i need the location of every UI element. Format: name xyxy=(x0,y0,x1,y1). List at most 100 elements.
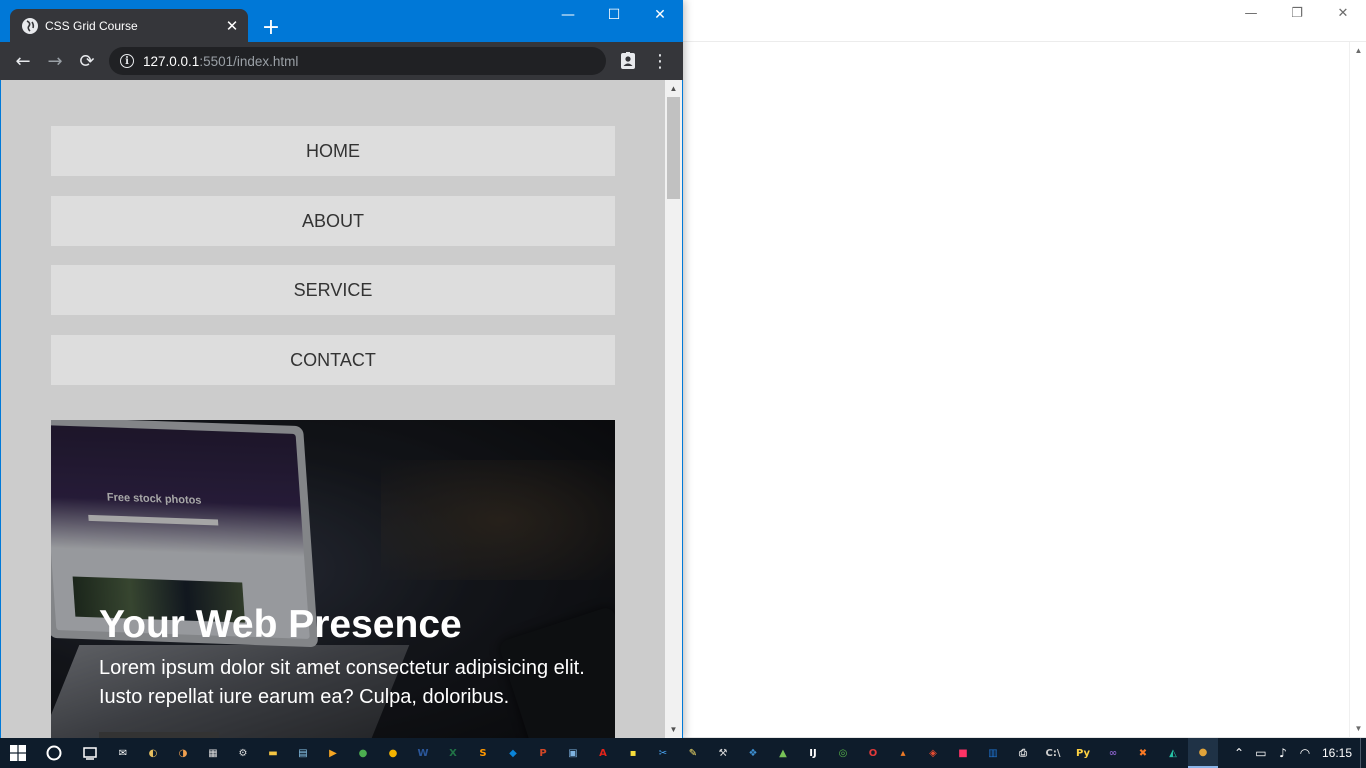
search-button[interactable] xyxy=(36,738,72,768)
taskbar-app-calculator[interactable]: ▦ xyxy=(198,738,228,768)
taskbar-app-chrome-canary[interactable]: ● xyxy=(378,738,408,768)
calculator-icon: ▦ xyxy=(208,747,218,759)
taskbar-app-paint3d[interactable]: ◑ xyxy=(168,738,198,768)
taskbar-app-gitkraken[interactable]: ◭ xyxy=(1158,738,1188,768)
forward-button[interactable]: → xyxy=(42,49,68,73)
tab-css-grid-course[interactable]: CSS Grid Course ✕ xyxy=(10,9,248,42)
background-minimize-button[interactable]: — xyxy=(1228,0,1274,26)
globe-icon xyxy=(22,17,38,34)
nav-service[interactable]: SERVICE xyxy=(51,265,615,315)
taskbar-app-cmd[interactable]: C:\ xyxy=(1038,738,1068,768)
hero-title: Your Web Presence xyxy=(99,603,462,646)
nav-contact[interactable]: CONTACT xyxy=(51,335,615,385)
start-button[interactable] xyxy=(0,738,36,768)
taskbar-app-sublime[interactable]: S xyxy=(468,738,498,768)
taskbar-app-notes[interactable]: ✎ xyxy=(678,738,708,768)
word-icon: W xyxy=(417,747,429,759)
tray-chevron-icon[interactable]: ⌃ xyxy=(1228,746,1250,760)
nav-about[interactable]: ABOUT xyxy=(51,196,615,246)
browser-toolbar: ← → ⟳ i 127.0.0.1:5501/index.html ⋮ xyxy=(0,42,683,80)
show-desktop-button[interactable] xyxy=(1360,738,1366,768)
taskbar-app-word[interactable]: W xyxy=(408,738,438,768)
taskbar-app-sticky-notes[interactable]: ▪ xyxy=(618,738,648,768)
taskbar-app-chrome[interactable]: ● xyxy=(348,738,378,768)
taskbar-app-acrobat[interactable]: A xyxy=(588,738,618,768)
menu-button[interactable]: ⋮ xyxy=(647,49,673,73)
powerpoint-icon: P xyxy=(539,747,547,759)
taskbar-app-excel[interactable]: X xyxy=(438,738,468,768)
hero-text: Lorem ipsum dolor sit amet consectetur a… xyxy=(99,657,585,708)
background-scrollbar[interactable]: ▲ ▼ xyxy=(1349,42,1366,737)
task-view-button[interactable] xyxy=(72,738,108,768)
taskbar-app-matlab[interactable]: ▴ xyxy=(888,738,918,768)
taskbar-app-powerpoint[interactable]: P xyxy=(528,738,558,768)
acrobat-icon: A xyxy=(599,747,607,759)
intellij-icon: IJ xyxy=(809,747,817,759)
taskbar-app-virtualbox[interactable]: ❖ xyxy=(738,738,768,768)
taskbar-app-intellij[interactable]: IJ xyxy=(798,738,828,768)
maximize-button[interactable]: ☐ xyxy=(591,0,637,30)
battery-icon[interactable]: ▭ xyxy=(1250,746,1272,760)
taskbar-app-snipping-tool[interactable]: ✂ xyxy=(648,738,678,768)
snipping-tool-icon: ✂ xyxy=(658,747,668,759)
background-divider xyxy=(683,41,1366,42)
taskbar-apps: ✉ ◐ ◑ ▦ ⚙ ▬ ▤ ▶ ● ● W X S ◆ P ▣ A ▪ ✂ ✎ ⚒ ❖ ▲ IJ ◎ O ▴ ◈ ■ ▥ ⎙ C:\ Py ∞ ✖ ◭… xyxy=(108,738,1218,768)
android-icon: ▲ xyxy=(779,747,787,759)
taskbar-app-app-pink[interactable]: ■ xyxy=(948,738,978,768)
taskbar-app-printer[interactable]: ⎙ xyxy=(1008,738,1038,768)
scrollbar-thumb[interactable] xyxy=(667,97,680,199)
address-bar[interactable]: i 127.0.0.1:5501/index.html xyxy=(109,47,606,75)
taskbar-app-android[interactable]: ▲ xyxy=(768,738,798,768)
taskbar-app-paint[interactable]: ◐ xyxy=(138,738,168,768)
git-icon: ◈ xyxy=(929,747,937,759)
back-button[interactable]: ← xyxy=(10,49,36,73)
profile-icon[interactable] xyxy=(615,49,641,73)
taskbar-app-remote-desktop[interactable]: ▣ xyxy=(558,738,588,768)
scroll-down-icon[interactable]: ▼ xyxy=(1350,720,1366,737)
taskbar-app-chrome-active[interactable]: ● xyxy=(1188,738,1218,768)
site-info-icon[interactable]: i xyxy=(120,54,134,68)
url-text[interactable]: 127.0.0.1:5501/index.html xyxy=(143,54,298,69)
taskbar-app-tools[interactable]: ⚒ xyxy=(708,738,738,768)
scroll-down-icon[interactable]: ▼ xyxy=(665,721,682,738)
nav-home[interactable]: HOME xyxy=(51,126,615,176)
close-button[interactable]: ✕ xyxy=(637,0,683,30)
taskbar-app-xampp[interactable]: ✖ xyxy=(1128,738,1158,768)
taskbar-app-media-player[interactable]: ▶ xyxy=(318,738,348,768)
background-window-controls: — ❐ ✕ xyxy=(1228,0,1366,26)
volume-icon[interactable]: ♪ xyxy=(1272,746,1294,760)
background-close-button[interactable]: ✕ xyxy=(1320,0,1366,26)
page-viewport: HOME ABOUT SERVICE CONTACT Free stock ph… xyxy=(1,80,682,738)
url-path: :5501/index.html xyxy=(199,53,299,69)
taskbar-app-file-explorer[interactable]: ▬ xyxy=(258,738,288,768)
python-icon: Py xyxy=(1075,747,1091,759)
taskbar-app-notepad[interactable]: ▤ xyxy=(288,738,318,768)
xampp-icon: ✖ xyxy=(1138,747,1148,759)
taskbar-app-document[interactable]: ▥ xyxy=(978,738,1008,768)
taskbar-app-settings[interactable]: ⚙ xyxy=(228,738,258,768)
scroll-up-icon[interactable]: ▲ xyxy=(665,80,682,97)
page-scrollbar[interactable]: ▲ ▼ xyxy=(665,80,682,738)
taskbar-app-mail[interactable]: ✉ xyxy=(108,738,138,768)
scroll-up-icon[interactable]: ▲ xyxy=(1350,42,1366,59)
taskbar-app-android-studio[interactable]: ◎ xyxy=(828,738,858,768)
taskbar-app-python[interactable]: Py xyxy=(1068,738,1098,768)
background-restore-button[interactable]: ❐ xyxy=(1274,0,1320,26)
tab-close-icon[interactable]: ✕ xyxy=(222,16,242,36)
minimize-button[interactable]: — xyxy=(545,0,591,30)
tab-title: CSS Grid Course xyxy=(45,18,138,33)
chrome-active-icon: ● xyxy=(1198,746,1208,758)
clock[interactable]: 16:15 xyxy=(1322,746,1352,760)
paint-icon: ◐ xyxy=(148,747,158,759)
taskbar-app-opera[interactable]: O xyxy=(858,738,888,768)
sublime-icon: S xyxy=(479,747,487,759)
network-icon[interactable]: ◠ xyxy=(1294,746,1316,760)
taskbar-app-git[interactable]: ◈ xyxy=(918,738,948,768)
chrome-icon: ● xyxy=(358,747,368,759)
opera-icon: O xyxy=(868,747,878,759)
reload-button[interactable]: ⟳ xyxy=(74,49,100,73)
taskbar-app-vscode[interactable]: ◆ xyxy=(498,738,528,768)
new-tab-button[interactable]: + xyxy=(258,14,284,40)
taskbar-app-visual-studio[interactable]: ∞ xyxy=(1098,738,1128,768)
printer-icon: ⎙ xyxy=(1019,747,1027,759)
